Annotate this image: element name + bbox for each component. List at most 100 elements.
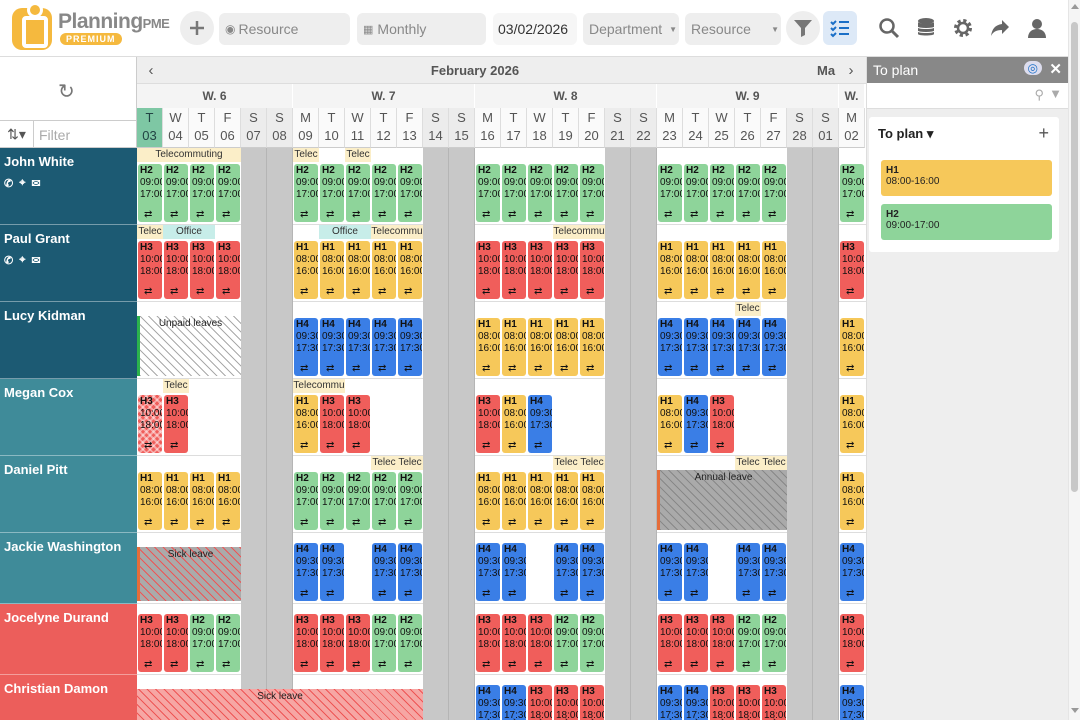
task-cell[interactable]: H108:0016:00 ⇄ bbox=[580, 472, 604, 530]
task-cell[interactable]: H209:0017:00 ⇄ bbox=[320, 472, 344, 530]
leave-block[interactable]: Annual leave bbox=[657, 470, 787, 530]
task-cell[interactable]: H310:0018:00⇄ bbox=[294, 614, 318, 672]
day-header[interactable]: S 21 bbox=[605, 108, 631, 148]
task-cell[interactable]: H209:0017:00 ⇄ bbox=[138, 164, 162, 222]
mail-icon[interactable]: ✉ bbox=[31, 177, 40, 190]
task-cell[interactable]: H310:0018:00⇄ bbox=[320, 395, 344, 453]
task-cell[interactable]: H310:0018:00⇄ bbox=[346, 395, 370, 453]
task-cell[interactable]: H209:0017:00 ⇄ bbox=[736, 614, 760, 672]
phone-icon[interactable]: ✆ bbox=[4, 177, 13, 190]
task-cell[interactable]: H409:3017:30⇄ bbox=[684, 543, 708, 601]
task-cell[interactable]: H209:0017:00 ⇄ bbox=[528, 164, 552, 222]
task-cell[interactable]: H310:0018:00⇄ bbox=[476, 395, 500, 453]
task-cell[interactable]: H108:0016:00 ⇄ bbox=[476, 472, 500, 530]
resource-name[interactable]: John White ✆ ⌖ ✉ bbox=[0, 148, 137, 225]
task-cell[interactable]: H310:0018:00⇄ bbox=[736, 685, 760, 720]
share-button[interactable] bbox=[983, 11, 1017, 45]
funnel-icon[interactable]: ▼ bbox=[1049, 86, 1062, 101]
task-cell[interactable]: H409:3017:30⇄ bbox=[736, 543, 760, 601]
task-cell[interactable]: H409:3017:30⇄ bbox=[658, 318, 682, 376]
task-cell[interactable]: H108:0016:00 ⇄ bbox=[840, 472, 864, 530]
task-cell[interactable]: H409:3017:30⇄ bbox=[476, 685, 500, 720]
close-icon[interactable]: ✕ bbox=[1049, 60, 1062, 78]
task-cell[interactable]: H310:0018:00⇄ bbox=[164, 395, 188, 453]
task-cell[interactable]: H310:0018:00⇄ bbox=[840, 614, 864, 672]
task-cell[interactable]: H310:0018:00⇄ bbox=[502, 614, 526, 672]
resource-name[interactable]: Christian Damon bbox=[0, 675, 137, 720]
day-header[interactable]: M 09 bbox=[293, 108, 319, 148]
leave-block[interactable]: Sick leave bbox=[137, 689, 423, 720]
task-cell[interactable]: H108:0016:00 ⇄ bbox=[398, 241, 422, 299]
mail-icon[interactable]: ✉ bbox=[31, 254, 40, 267]
task-cell[interactable]: H310:0018:00⇄ bbox=[528, 241, 552, 299]
task-list-button[interactable] bbox=[823, 11, 857, 45]
task-cell[interactable]: H108:0016:00 ⇄ bbox=[658, 241, 682, 299]
user-account-button[interactable] bbox=[1020, 11, 1054, 45]
unplanned-task[interactable]: H2 09:00-17:00 bbox=[881, 204, 1052, 240]
day-header[interactable]: M 16 bbox=[475, 108, 501, 148]
day-header[interactable]: S 15 bbox=[449, 108, 475, 148]
task-cell[interactable]: H310:0018:00⇄ bbox=[216, 241, 240, 299]
task-cell[interactable]: H409:3017:30⇄ bbox=[372, 543, 396, 601]
day-header[interactable]: M 23 bbox=[657, 108, 683, 148]
resource-name[interactable]: Megan Cox bbox=[0, 379, 137, 456]
day-header[interactable]: S 01 bbox=[813, 108, 839, 148]
day-header[interactable]: W 25 bbox=[709, 108, 735, 148]
resource-name[interactable]: Paul Grant ✆ ⌖ ✉ bbox=[0, 225, 137, 302]
task-cell[interactable]: H409:3017:30⇄ bbox=[502, 543, 526, 601]
location-icon[interactable]: ⌖ bbox=[19, 177, 25, 190]
scroll-down-icon[interactable] bbox=[1071, 708, 1079, 713]
unplanned-task[interactable]: H1 08:00-16:00 bbox=[881, 160, 1052, 196]
day-header[interactable]: F 27 bbox=[761, 108, 787, 148]
sort-icon[interactable]: ⇅▾ bbox=[0, 121, 34, 148]
vertical-scrollbar[interactable] bbox=[1068, 0, 1080, 720]
task-cell[interactable]: H310:0018:00⇄ bbox=[320, 614, 344, 672]
panel-search-field[interactable]: ⚲ ▼ bbox=[867, 83, 1068, 109]
task-cell[interactable]: H409:3017:30⇄ bbox=[398, 318, 422, 376]
task-cell[interactable]: H409:3017:30⇄ bbox=[736, 318, 760, 376]
day-header[interactable]: S 28 bbox=[787, 108, 813, 148]
department-select[interactable]: Department ▼ bbox=[583, 13, 679, 45]
task-cell[interactable]: H108:0016:00 ⇄ bbox=[840, 395, 864, 453]
day-header[interactable]: S 14 bbox=[423, 108, 449, 148]
settings-button[interactable] bbox=[946, 11, 980, 45]
task-cell[interactable]: H209:0017:00 ⇄ bbox=[294, 164, 318, 222]
task-cell[interactable]: H409:3017:30⇄ bbox=[476, 543, 500, 601]
task-cell[interactable]: H409:3017:30⇄ bbox=[320, 318, 344, 376]
task-cell[interactable]: H409:3017:30⇄ bbox=[346, 318, 370, 376]
task-cell[interactable]: H209:0017:00 ⇄ bbox=[476, 164, 500, 222]
task-cell[interactable]: H409:3017:30⇄ bbox=[762, 543, 786, 601]
task-cell[interactable]: H108:0016:00 ⇄ bbox=[554, 472, 578, 530]
day-header[interactable]: T 17 bbox=[501, 108, 527, 148]
filter-input[interactable]: Filter bbox=[34, 127, 70, 143]
task-cell[interactable]: H310:0018:00⇄ bbox=[840, 241, 864, 299]
task-cell[interactable]: H209:0017:00 ⇄ bbox=[372, 614, 396, 672]
task-cell[interactable]: H409:3017:30⇄ bbox=[658, 685, 682, 720]
task-cell[interactable]: H409:3017:30⇄ bbox=[554, 543, 578, 601]
task-cell[interactable]: H108:0016:00 ⇄ bbox=[710, 241, 734, 299]
task-cell[interactable]: H409:3017:30⇄ bbox=[372, 318, 396, 376]
add-button[interactable] bbox=[180, 11, 214, 45]
day-header[interactable]: T 10 bbox=[319, 108, 345, 148]
caret-down-icon[interactable]: ▾ bbox=[927, 126, 934, 141]
task-cell[interactable]: H310:0018:00⇄ bbox=[710, 614, 734, 672]
task-cell[interactable]: H310:0018:00⇄ bbox=[476, 614, 500, 672]
day-header[interactable]: F 13 bbox=[397, 108, 423, 148]
view-mode-select[interactable]: ▦ Monthly bbox=[357, 13, 486, 45]
task-cell[interactable]: H310:0018:00⇄ bbox=[346, 614, 370, 672]
task-cell[interactable]: H310:0018:00⇄ bbox=[164, 241, 188, 299]
day-header[interactable]: T 03 bbox=[137, 108, 163, 148]
task-cell[interactable]: H209:0017:00 ⇄ bbox=[216, 614, 240, 672]
day-header[interactable]: S 22 bbox=[631, 108, 657, 148]
day-header[interactable]: S 08 bbox=[267, 108, 293, 148]
task-cell[interactable]: H209:0017:00 ⇄ bbox=[502, 164, 526, 222]
day-header[interactable]: M 02 bbox=[839, 108, 865, 148]
task-cell[interactable]: H209:0017:00 ⇄ bbox=[346, 164, 370, 222]
task-cell[interactable]: H108:0016:00 ⇄ bbox=[320, 241, 344, 299]
task-cell[interactable]: H310:0018:00⇄ bbox=[476, 241, 500, 299]
next-month-icon[interactable]: › bbox=[840, 60, 862, 82]
task-cell[interactable]: H409:3017:30⇄ bbox=[294, 318, 318, 376]
task-cell[interactable]: H310:0018:00⇄ bbox=[528, 685, 552, 720]
task-cell[interactable]: H310:0018:00⇄ bbox=[580, 685, 604, 720]
task-cell[interactable]: H310:0018:00⇄ bbox=[684, 614, 708, 672]
